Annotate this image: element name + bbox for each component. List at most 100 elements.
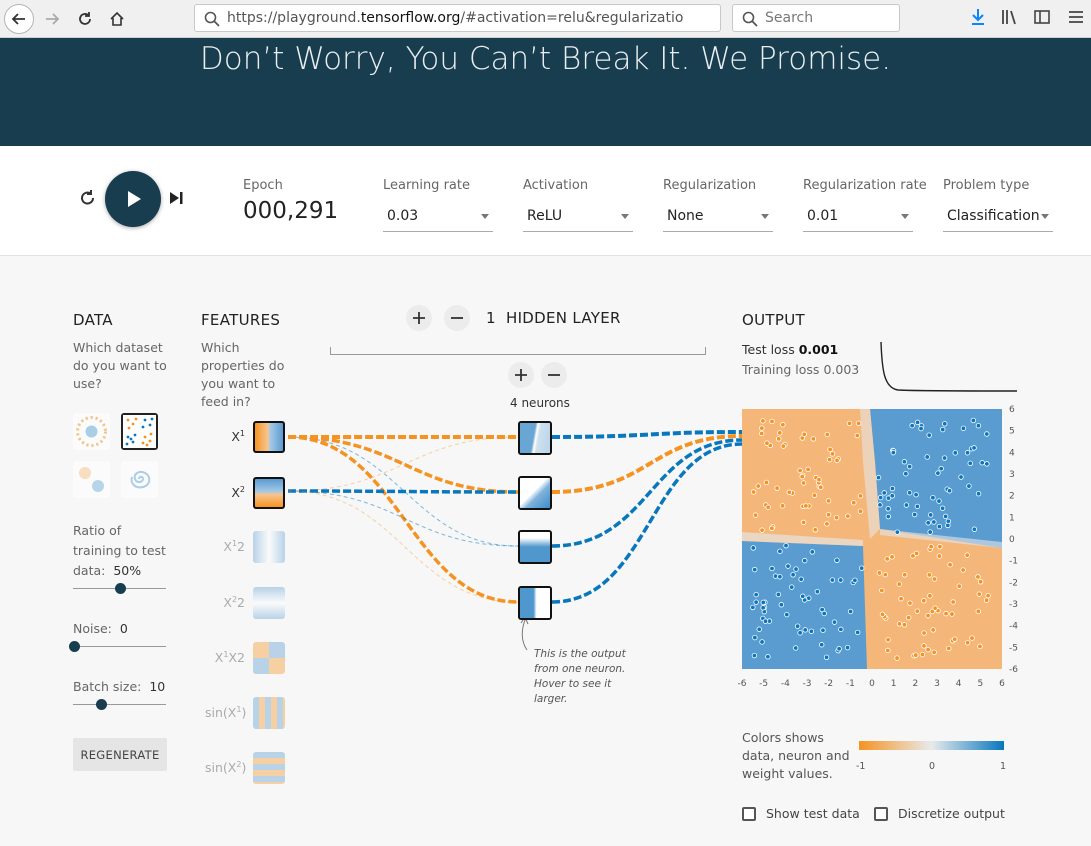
orange-point <box>947 562 953 568</box>
orange-point <box>882 571 889 578</box>
blue-point <box>877 502 883 508</box>
neuron-3[interactable] <box>518 530 552 564</box>
orange-point <box>857 493 864 499</box>
y-tick-label: -5 <box>1009 643 1018 653</box>
blue-point <box>935 470 941 476</box>
blue-point <box>750 604 756 611</box>
x-tick-label: 4 <box>956 679 962 689</box>
orange-point <box>800 519 807 526</box>
orange-point <box>827 446 833 453</box>
blue-point <box>798 576 804 582</box>
blue-point <box>942 513 949 520</box>
y-tick-label: 4 <box>1009 448 1015 458</box>
orange-point <box>779 503 786 509</box>
orange-point <box>921 598 927 604</box>
blue-point <box>942 421 948 427</box>
orange-point <box>950 599 956 605</box>
orange-point <box>901 622 908 628</box>
orange-point <box>975 574 981 580</box>
neuron-4[interactable] <box>518 586 552 620</box>
orange-point <box>894 655 900 661</box>
blue-point <box>885 513 892 520</box>
orange-point <box>801 431 807 437</box>
blue-point <box>759 639 765 645</box>
orange-point <box>763 479 770 486</box>
blue-point <box>829 577 836 583</box>
orange-point <box>913 652 919 658</box>
orange-point <box>777 430 783 436</box>
blue-point <box>808 628 815 634</box>
blue-point <box>906 490 913 496</box>
blue-point <box>914 503 921 510</box>
orange-point <box>931 576 938 582</box>
blue-point <box>971 526 978 532</box>
blue-point <box>752 634 758 641</box>
orange-point <box>829 451 836 457</box>
blue-point <box>838 577 844 583</box>
orange-point <box>902 572 908 578</box>
orange-point <box>896 621 903 627</box>
blue-point <box>800 593 806 599</box>
color-scale-bar <box>859 741 1004 750</box>
orange-point <box>776 436 782 442</box>
show-test-data-checkbox[interactable]: Show test data <box>742 806 860 821</box>
blue-point <box>831 619 838 625</box>
orange-point <box>799 473 805 480</box>
neuron-1[interactable] <box>518 421 552 455</box>
blue-point <box>784 611 790 618</box>
orange-point <box>833 514 840 521</box>
link-n2-out <box>551 434 743 494</box>
blue-point <box>814 588 821 595</box>
blue-point <box>802 557 808 564</box>
orange-point <box>932 605 938 611</box>
orange-point <box>824 431 830 438</box>
blue-point <box>889 485 896 492</box>
neuron-2[interactable] <box>518 476 552 510</box>
orange-point <box>774 485 780 491</box>
orange-point <box>780 443 786 449</box>
orange-point <box>760 418 766 424</box>
blue-point <box>890 449 897 456</box>
blue-point <box>838 626 844 633</box>
test-loss-label: Test loss <box>742 342 795 357</box>
link-x2-n4 <box>287 490 519 603</box>
output-heatmap: -6 -5 -4 -3 -2 -1 0 1 2 3 4 5 6 -6 -5 -4 -3 -2 -1 0 1 2 3 4 5 6 <box>738 405 1019 689</box>
orange-point <box>943 610 949 617</box>
blue-point <box>756 626 762 632</box>
orange-point <box>834 457 840 464</box>
blue-point <box>967 460 973 466</box>
orange-point <box>797 467 803 474</box>
checkbox-box[interactable] <box>874 806 888 821</box>
blue-point <box>984 431 990 437</box>
blue-point <box>769 565 775 572</box>
blue-point <box>889 493 895 499</box>
note-pointer <box>521 619 528 651</box>
orange-point <box>769 525 775 531</box>
discretize-output-checkbox[interactable]: Discretize output <box>874 806 1005 821</box>
blue-point <box>975 422 982 429</box>
scale-tick-min: -1 <box>856 761 866 772</box>
orange-point <box>826 456 833 463</box>
training-loss-value: 0.003 <box>823 362 860 377</box>
blue-point <box>984 461 990 467</box>
orange-point <box>937 543 943 550</box>
blue-point <box>789 584 795 590</box>
orange-point <box>919 651 926 658</box>
checkbox-box[interactable] <box>742 806 756 821</box>
blue-point <box>858 565 865 571</box>
blue-point <box>753 591 759 598</box>
blue-point <box>939 505 946 511</box>
x-tick-label: 6 <box>999 679 1005 689</box>
blue-point <box>760 605 766 611</box>
orange-point <box>764 440 770 446</box>
y-tick-label: 0 <box>1009 535 1015 545</box>
orange-point <box>930 627 936 633</box>
blue-point <box>790 572 796 578</box>
orange-point <box>825 512 832 518</box>
blue-point <box>903 502 910 508</box>
blue-point <box>881 490 887 496</box>
link-x2-n1 <box>287 436 519 492</box>
orange-point <box>854 432 860 439</box>
orange-point <box>885 637 891 643</box>
blue-point <box>847 608 854 615</box>
